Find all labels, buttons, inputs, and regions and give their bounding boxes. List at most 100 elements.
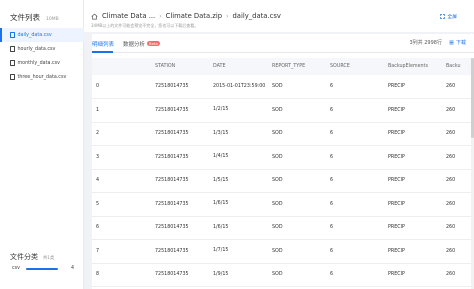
table-cell: 72518014735 [151, 192, 209, 217]
column-header[interactable]: STATION [151, 58, 209, 75]
table-cell: PRECIP [384, 263, 442, 287]
file-name: daily_data.csv [17, 32, 52, 38]
column-header[interactable]: Backu [442, 58, 474, 75]
header: Climate Data ... › Climate Data.zip › da… [84, 0, 474, 32]
table-cell: 6 [326, 263, 384, 287]
download-label: 下载 [455, 40, 466, 46]
table-cell: 4 [92, 169, 151, 193]
table-cell: 1/2/15 [209, 98, 268, 123]
table-cell: 72518014735 [151, 169, 209, 193]
table-cell: PRECIP [384, 145, 442, 170]
table-cell: 72518014735 [151, 216, 209, 240]
table-cell: 2015-01-01T23:59:00 [209, 75, 268, 99]
breadcrumb-item[interactable]: Climate Data.zip [166, 12, 222, 20]
home-icon[interactable] [91, 13, 98, 20]
table-cell: SOD [268, 263, 326, 287]
breadcrumb-current: daily_data.csv [232, 12, 281, 20]
tab-label: 数据分析 [123, 42, 146, 48]
sidebar-file-item[interactable]: monthly_data.csv [0, 56, 84, 70]
row-column-count: 3列共 2998行 [409, 40, 442, 46]
sidebar-header: 文件列表 10MB [10, 12, 59, 23]
sidebar-title: 文件列表 [10, 13, 40, 22]
breadcrumb: Climate Data ... › Climate Data.zip › da… [91, 12, 281, 20]
tab-bar: 明细列表 数据分析 Beta 3列共 2998行 下载 [92, 34, 474, 53]
table-meta: 3列共 2998行 下载 [409, 39, 466, 46]
category-bar-fill [25, 267, 58, 270]
table-cell: 6 [326, 192, 384, 217]
table-cell: 1/4/15 [209, 145, 268, 170]
breadcrumb-separator: › [226, 12, 229, 20]
data-table: STATION DATE REPORT_TYPE SOURCE BackupElemen… [92, 58, 474, 287]
sidebar-file-item[interactable]: daily_data.csv [0, 28, 84, 42]
category-header: 文件分类 共1类 [10, 252, 54, 262]
table-cell: 6 [326, 239, 384, 264]
tab-detail-list[interactable]: 明细列表 [92, 40, 114, 48]
column-header[interactable]: REPORT_TYPE [268, 58, 326, 75]
app-window: 文件列表 10MB daily_data.csv hourly_data.csv m… [0, 0, 474, 289]
table-row[interactable]: 6 72518014735 1/6/15 SOD 6 PRECIP 260 [92, 216, 474, 240]
category-value: 4 [70, 266, 74, 271]
table-cell: 260 [442, 239, 474, 264]
table-cell: SOD [268, 122, 326, 146]
fullscreen-button[interactable]: 全屏 [440, 13, 457, 20]
table-cell: 1/6/15 [209, 192, 268, 217]
column-header[interactable]: BackupElements [384, 58, 442, 75]
table-cell: 260 [442, 145, 474, 170]
table-cell: 72518014735 [151, 239, 209, 264]
data-panel: 明细列表 数据分析 Beta 3列共 2998行 下载 STATION DATE RE… [92, 34, 474, 289]
table-cell: 2 [92, 122, 151, 146]
file-sidebar: 文件列表 10MB daily_data.csv hourly_data.csv m… [0, 0, 84, 289]
table-cell: 3 [92, 145, 151, 170]
table-cell: 0 [92, 75, 151, 99]
table-cell: 6 [326, 122, 384, 146]
table-row[interactable]: 1 72518014735 1/2/15 SOD 6 PRECIP 260 [92, 98, 474, 123]
table-cell: 6 [92, 216, 151, 240]
table-cell: PRECIP [384, 75, 442, 99]
table-cell: 72518014735 [151, 145, 209, 170]
download-button[interactable]: 下载 [449, 39, 466, 46]
table-row[interactable]: 2 72518014735 1/3/15 SOD 6 PRECIP 260 [92, 122, 474, 146]
table-cell: 72518014735 [151, 98, 209, 123]
column-header[interactable]: SOURCE [326, 58, 384, 75]
fullscreen-label: 全屏 [447, 15, 457, 20]
table-cell: 1/9/15 [209, 263, 268, 287]
table-cell: SOD [268, 216, 326, 240]
table-cell: SOD [268, 98, 326, 123]
file-name: three_hour_data.csv [17, 74, 67, 80]
fullscreen-icon [440, 14, 446, 19]
table-cell: 72518014735 [151, 75, 209, 99]
table-row[interactable]: 5 72518014735 1/6/15 SOD 6 PRECIP 260 [92, 192, 474, 217]
table-row[interactable]: 7 72518014735 1/7/15 SOD 6 PRECIP 260 [92, 239, 474, 264]
table-cell: 6 [326, 169, 384, 193]
file-icon [10, 32, 15, 38]
tab-data-analysis[interactable]: 数据分析 Beta [123, 40, 160, 48]
table-cell: 6 [326, 75, 384, 99]
column-header[interactable] [92, 58, 151, 75]
table-cell: SOD [268, 169, 326, 193]
table-cell: 1 [92, 98, 151, 123]
sidebar-size: 10MB [46, 17, 59, 22]
table-cell: 72518014735 [151, 122, 209, 146]
table-row[interactable]: 8 72518014735 1/9/15 SOD 6 PRECIP 260 [92, 263, 474, 287]
table-row[interactable]: 3 72518014735 1/4/15 SOD 6 PRECIP 260 [92, 145, 474, 170]
category-label: csv [12, 266, 20, 271]
table-cell: 260 [442, 263, 474, 287]
table-row[interactable]: 4 72518014735 1/5/15 SOD 6 PRECIP 260 [92, 169, 474, 193]
table-cell: 260 [442, 192, 474, 217]
column-header[interactable]: DATE [209, 58, 268, 75]
tab-label: 明细列表 [92, 42, 115, 48]
table-cell: PRECIP [384, 192, 442, 217]
table-cell: 260 [442, 216, 474, 240]
category-count: 共1类 [43, 256, 55, 261]
sidebar-file-item[interactable]: hourly_data.csv [0, 42, 84, 56]
breadcrumb-item[interactable]: Climate Data ... [102, 12, 155, 20]
table-cell: SOD [268, 192, 326, 217]
table-cell: 1/3/15 [209, 122, 268, 146]
table-cell: PRECIP [384, 216, 442, 240]
category-row-csv[interactable]: csv 4 [12, 266, 74, 271]
table-cell: 6 [326, 145, 384, 170]
table-cell: 260 [442, 75, 474, 99]
beta-badge: Beta [147, 41, 160, 46]
table-row[interactable]: 0 72518014735 2015-01-01T23:59:00 SOD 6 PRECI… [92, 75, 474, 99]
sidebar-file-item[interactable]: three_hour_data.csv [0, 70, 84, 84]
